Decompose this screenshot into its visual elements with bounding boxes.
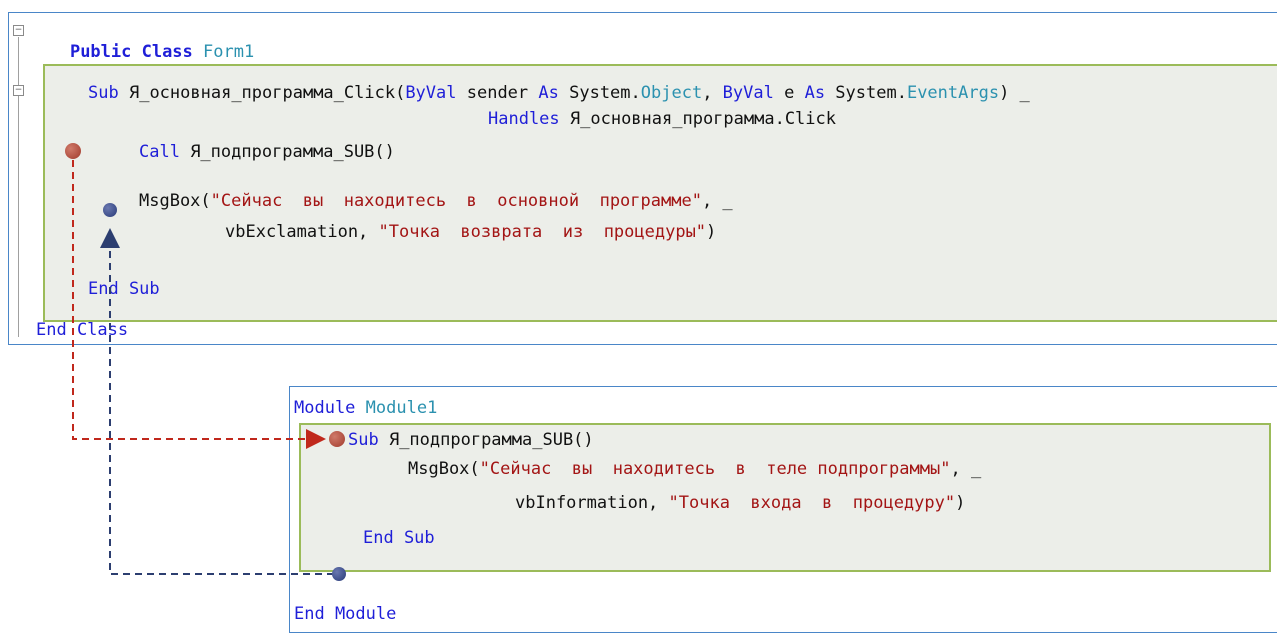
return-arrow <box>100 228 334 575</box>
exit-point-marker <box>332 567 346 581</box>
return-point-marker <box>103 203 117 217</box>
flow-arrows <box>72 160 334 575</box>
call-point-marker <box>65 143 81 159</box>
entry-point-marker <box>329 431 345 447</box>
